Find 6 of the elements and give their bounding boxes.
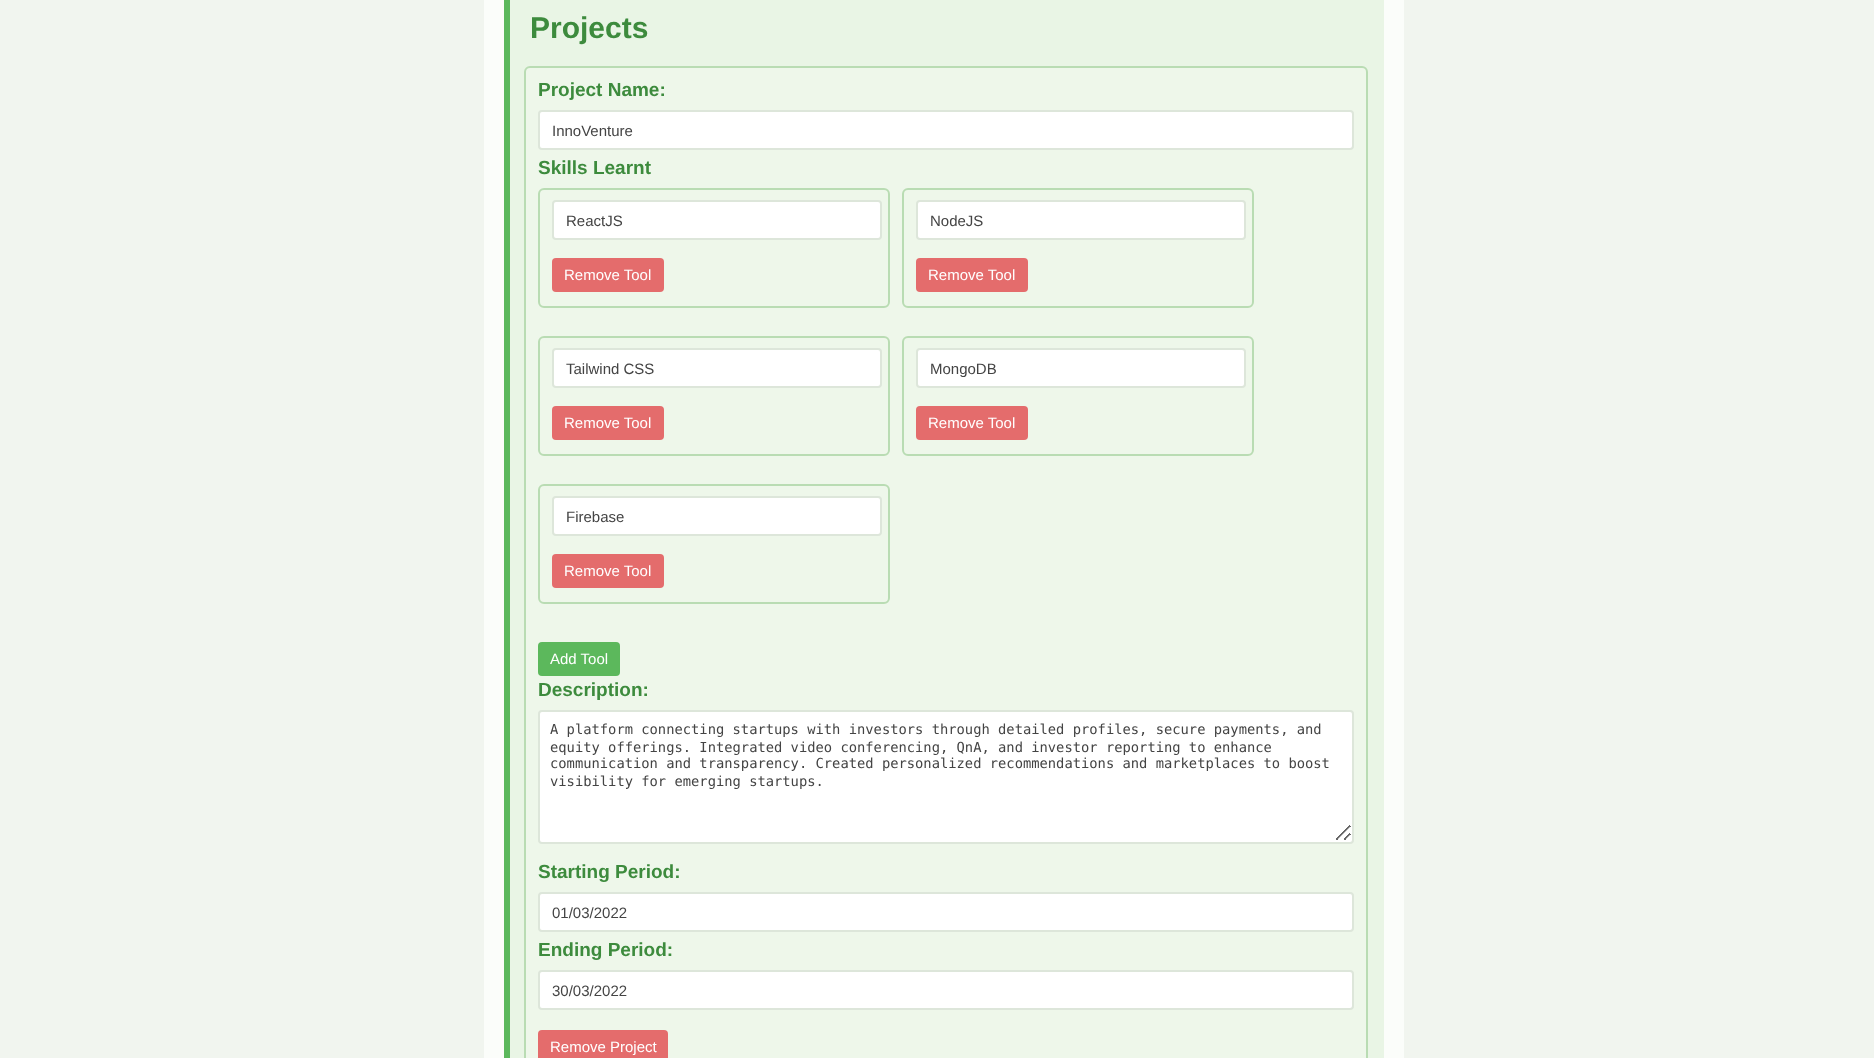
field-label: Starting Period:	[538, 862, 683, 886]
field-label: Ending Period:	[538, 940, 676, 964]
section-title: Projects	[530, 10, 651, 50]
field-label: Description:	[538, 680, 651, 704]
field-label: Skills Learnt	[538, 158, 653, 182]
field-label: Project Name:	[538, 80, 668, 104]
